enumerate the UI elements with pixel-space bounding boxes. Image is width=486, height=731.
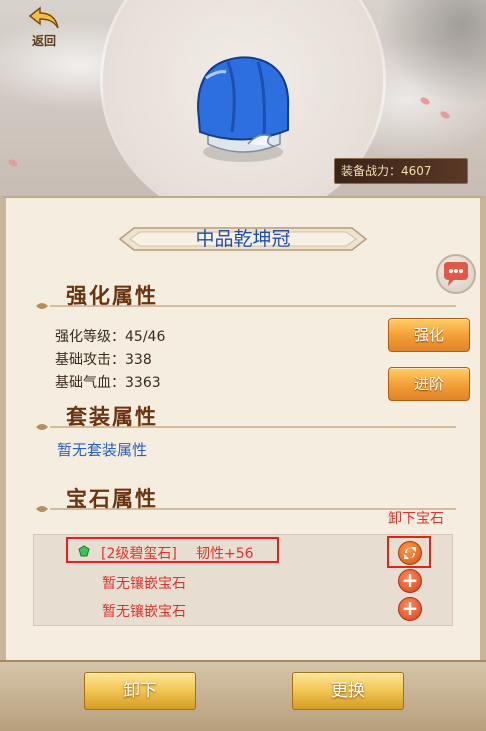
unload-gem-button[interactable] bbox=[398, 541, 422, 565]
add-gem-button[interactable]: + bbox=[398, 569, 422, 593]
set-section-title: 套装属性 bbox=[66, 404, 158, 429]
empty-gem-slot: 暂无镶嵌宝石 bbox=[102, 576, 186, 592]
unload-gem-label: 卸下宝石 bbox=[388, 511, 444, 527]
gem-stat: 韧性+56 bbox=[196, 546, 254, 562]
advance-button[interactable]: 进阶 bbox=[388, 367, 470, 401]
petal-decoration bbox=[7, 157, 19, 169]
replace-button[interactable]: 更换 bbox=[292, 672, 404, 710]
base-hp: 基础气血：3363 bbox=[55, 375, 161, 391]
back-button[interactable]: 返回 bbox=[24, 6, 64, 50]
no-set-text: 暂无套装属性 bbox=[57, 441, 148, 459]
enhance-level: 强化等级：45/46 bbox=[55, 329, 166, 345]
add-gem-button[interactable]: + bbox=[398, 597, 422, 621]
set-section-header: 套装属性 bbox=[36, 403, 456, 431]
bottom-action-bar bbox=[0, 660, 486, 731]
power-badge: 装备战力：4607 bbox=[334, 158, 468, 184]
item-title-banner: 中品乾坤冠 bbox=[118, 220, 368, 258]
back-label: 返回 bbox=[31, 34, 56, 48]
enhance-section-header: 强化属性 bbox=[36, 282, 456, 310]
enhance-section-title: 强化属性 bbox=[66, 283, 158, 308]
gem-name[interactable]: [2级碧玺石] bbox=[101, 543, 177, 563]
enhance-button[interactable]: 强化 bbox=[388, 318, 470, 352]
plus-icon: + bbox=[401, 596, 419, 620]
item-name: 中品乾坤冠 bbox=[195, 228, 291, 250]
empty-gem-slot: 暂无镶嵌宝石 bbox=[102, 604, 186, 620]
refresh-icon bbox=[404, 547, 416, 559]
unequip-button[interactable]: 卸下 bbox=[84, 672, 196, 710]
base-attack: 基础攻击：338 bbox=[55, 352, 152, 368]
gem-icon bbox=[78, 545, 90, 557]
helmet-icon bbox=[196, 56, 290, 162]
plus-icon: + bbox=[401, 568, 419, 592]
back-arrow-icon bbox=[28, 6, 59, 29]
gem-section-title: 宝石属性 bbox=[66, 486, 158, 511]
